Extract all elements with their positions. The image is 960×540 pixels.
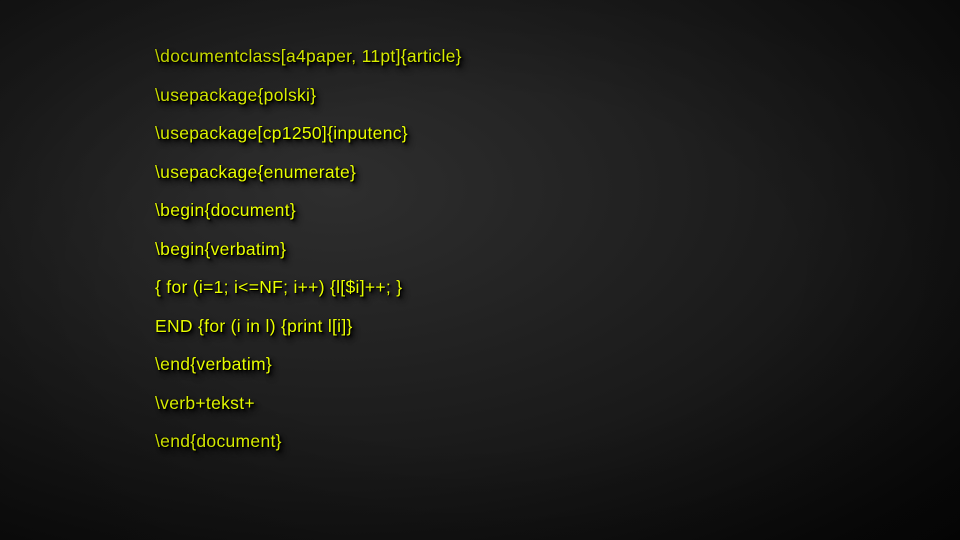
code-line: \usepackage[cp1250]{inputenc} [155, 125, 960, 143]
vignette-overlay [0, 0, 960, 540]
code-line: \usepackage{enumerate} [155, 164, 960, 182]
code-line: \usepackage{polski} [155, 87, 960, 105]
code-line: \verb+tekst+ [155, 395, 960, 413]
code-line: \end{document} [155, 433, 960, 451]
code-line: END {for (i in l) {print l[i]} [155, 318, 960, 336]
code-line: \begin{document} [155, 202, 960, 220]
slide: \documentclass[a4paper, 11pt]{article} \… [0, 0, 960, 540]
code-line: { for (i=1; i<=NF; i++) {l[$i]++; } [155, 279, 960, 297]
code-line: \end{verbatim} [155, 356, 960, 374]
code-line: \begin{verbatim} [155, 241, 960, 259]
code-line: \documentclass[a4paper, 11pt]{article} [155, 48, 960, 66]
